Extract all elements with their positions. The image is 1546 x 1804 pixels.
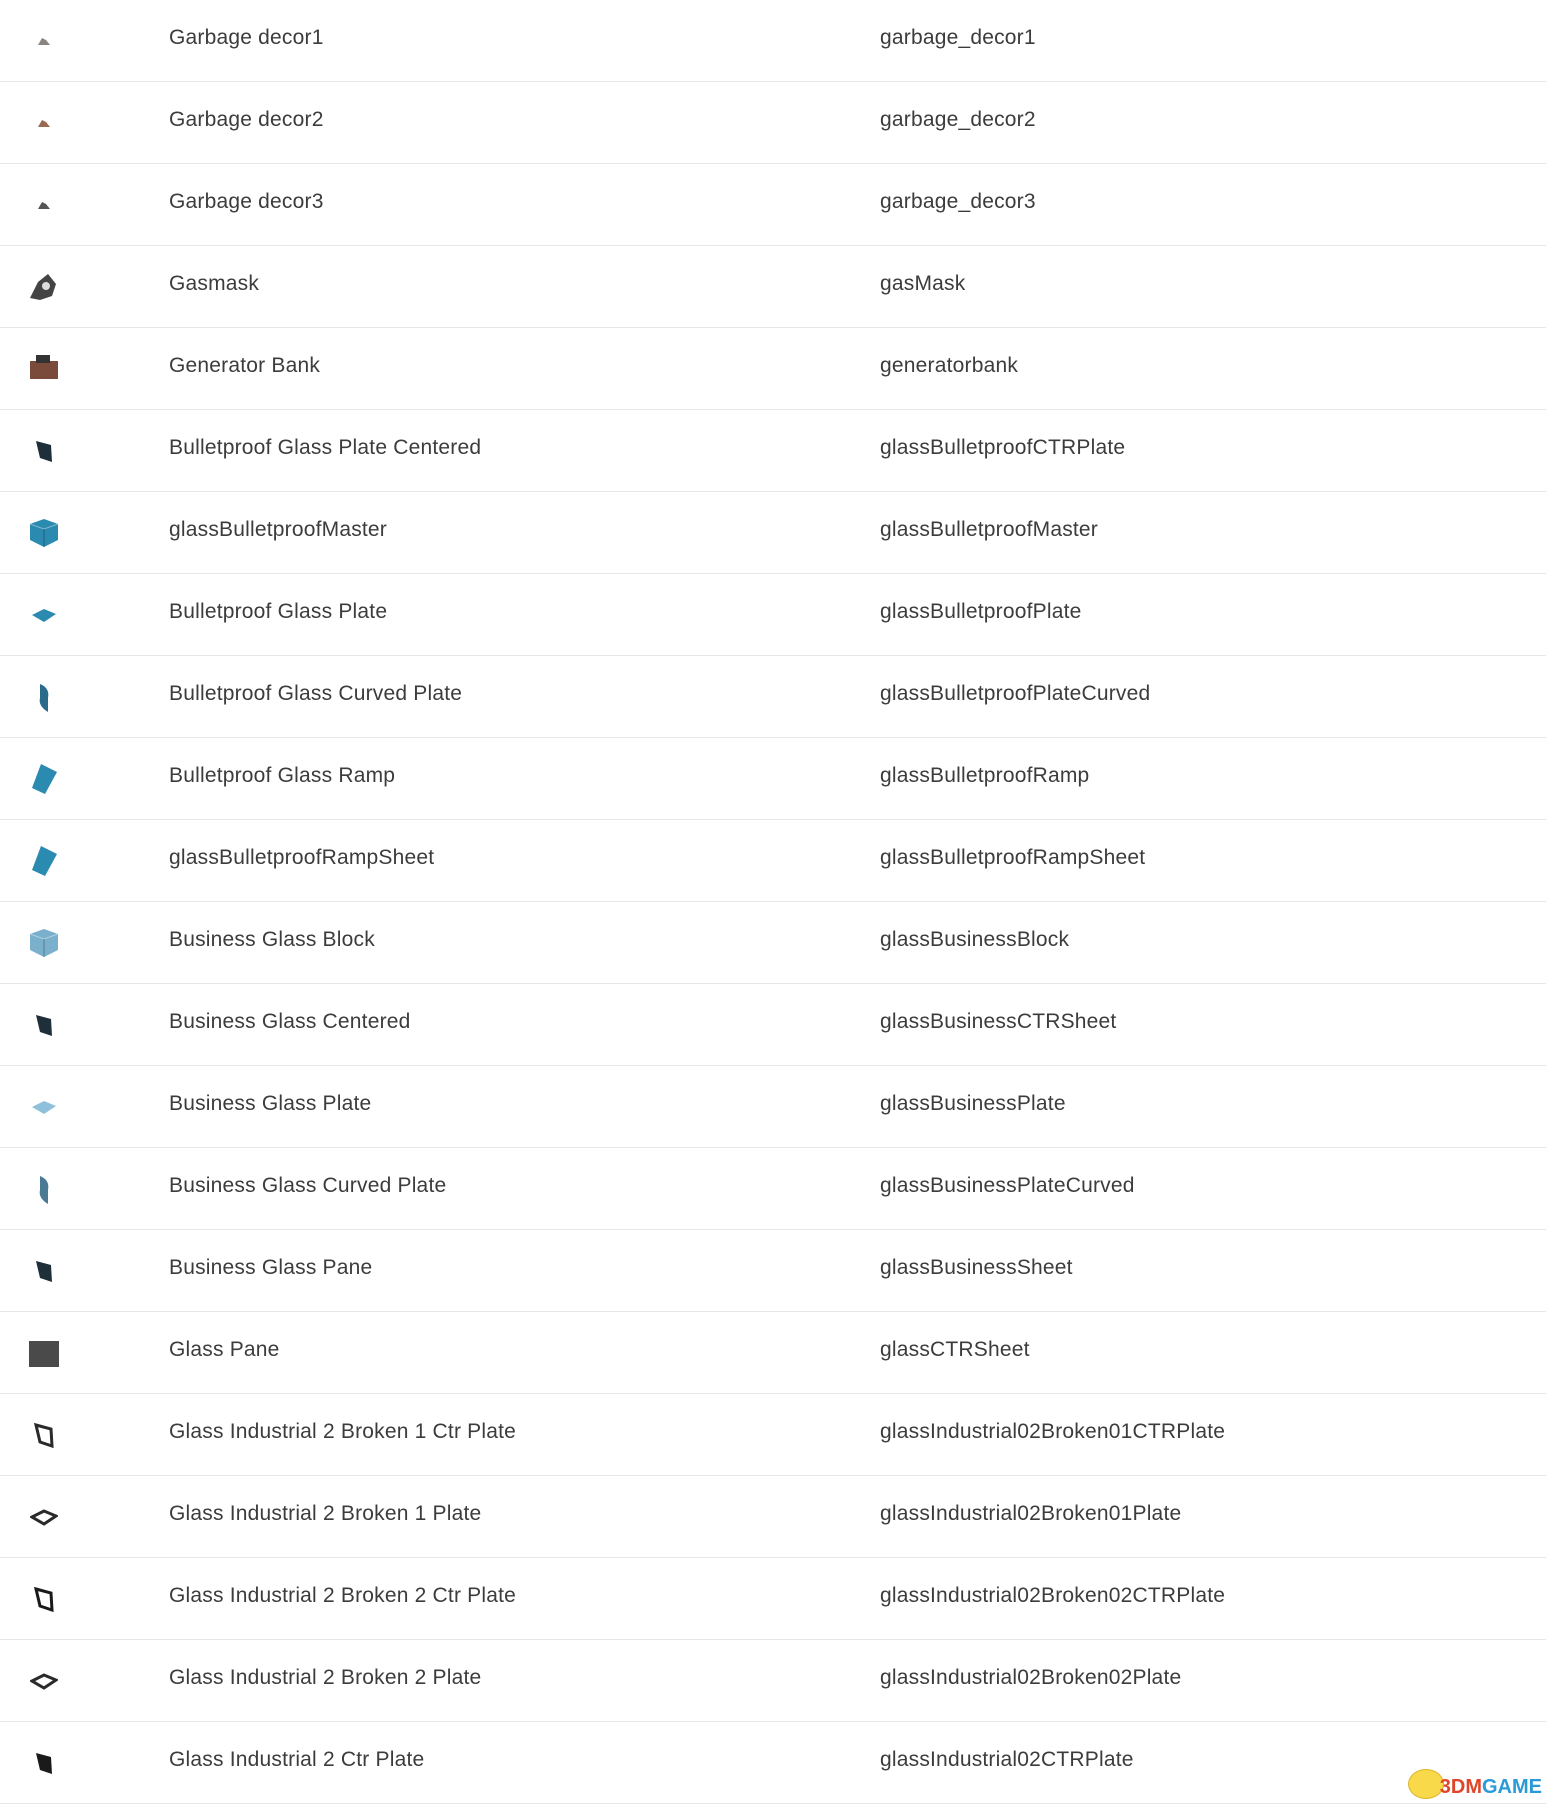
table-row: Business Glass Curved Plate glassBusines… xyxy=(0,1148,1546,1230)
item-name: glassBulletproofMaster xyxy=(169,518,387,541)
generator-icon xyxy=(24,350,64,388)
glass-ramp-icon xyxy=(24,760,64,798)
table-row: Business Glass Plate glassBusinessPlate xyxy=(0,1066,1546,1148)
table-row: Garbage decor2 garbage_decor2 xyxy=(0,82,1546,164)
item-name: Glass Industrial 2 Broken 1 Plate xyxy=(169,1502,482,1525)
table-row: Bulletproof Glass Plate glassBulletproof… xyxy=(0,574,1546,656)
table-row: Glass Industrial 2 Ctr Plate glassIndust… xyxy=(0,1722,1546,1804)
broken-glass-icon xyxy=(24,1580,64,1618)
watermark-logo: 3DMGAME xyxy=(1407,1769,1542,1799)
glass-plate-icon xyxy=(24,1744,64,1782)
item-code: glassBulletproofCTRPlate xyxy=(880,436,1126,459)
glass-block-icon xyxy=(24,514,64,552)
table-row: Glass Industrial 2 Broken 2 Ctr Plate gl… xyxy=(0,1558,1546,1640)
debris-icon xyxy=(24,104,64,142)
item-name: Bulletproof Glass Plate xyxy=(169,600,388,623)
glass-flat-icon xyxy=(24,596,64,634)
glass-plate-icon xyxy=(24,1252,64,1290)
table-row: Garbage decor3 garbage_decor3 xyxy=(0,164,1546,246)
item-code: glassBulletproofRamp xyxy=(880,764,1090,787)
item-code: glassBulletproofPlateCurved xyxy=(880,682,1151,705)
item-code: glassBusinessCTRSheet xyxy=(880,1010,1117,1033)
item-code: gasMask xyxy=(880,272,966,295)
item-name: Bulletproof Glass Ramp xyxy=(169,764,396,787)
table-row: Garbage decor1 garbage_decor1 xyxy=(0,0,1546,82)
item-name: Glass Industrial 2 Ctr Plate xyxy=(169,1748,425,1771)
table-row: Glass Industrial 2 Broken 1 Plate glassI… xyxy=(0,1476,1546,1558)
glass-plate-icon xyxy=(24,432,64,470)
broken-glass-flat-icon xyxy=(24,1498,64,1536)
glass-ramp-icon xyxy=(24,842,64,880)
item-name: Business Glass Centered xyxy=(169,1010,411,1033)
item-name: Glass Industrial 2 Broken 2 Ctr Plate xyxy=(169,1584,517,1607)
item-code: glassBusinessSheet xyxy=(880,1256,1073,1279)
table-row: glassBulletproofRampSheet glassBulletpro… xyxy=(0,820,1546,902)
debris-icon xyxy=(24,22,64,60)
item-name: Glass Industrial 2 Broken 2 Plate xyxy=(169,1666,482,1689)
item-name: Garbage decor1 xyxy=(169,26,324,49)
item-name: Bulletproof Glass Plate Centered xyxy=(169,436,482,459)
item-code: glassIndustrial02Broken02Plate xyxy=(880,1666,1182,1689)
item-name: Glass Industrial 2 Broken 1 Ctr Plate xyxy=(169,1420,517,1443)
table-row: Glass Industrial 2 Broken 2 Plate glassI… xyxy=(0,1640,1546,1722)
glass-block-icon xyxy=(24,924,64,962)
item-name: Bulletproof Glass Curved Plate xyxy=(169,682,463,705)
table-row: Bulletproof Glass Curved Plate glassBull… xyxy=(0,656,1546,738)
item-name: Business Glass Pane xyxy=(169,1256,373,1279)
item-name: Glass Pane xyxy=(169,1338,280,1361)
item-table: Garbage decor1 garbage_decor1 Garbage de… xyxy=(0,0,1546,1804)
item-code: garbage_decor1 xyxy=(880,26,1036,49)
item-code: glassBulletproofRampSheet xyxy=(880,846,1146,869)
table-row: Business Glass Block glassBusinessBlock xyxy=(0,902,1546,984)
table-row: Glass Industrial 2 Broken 1 Ctr Plate gl… xyxy=(0,1394,1546,1476)
table-row: Bulletproof Glass Ramp glassBulletproofR… xyxy=(0,738,1546,820)
item-code: glassIndustrial02CTRPlate xyxy=(880,1748,1134,1771)
item-code: glassBulletproofMaster xyxy=(880,518,1098,541)
item-code: garbage_decor2 xyxy=(880,108,1036,131)
item-code: garbage_decor3 xyxy=(880,190,1036,213)
item-code: generatorbank xyxy=(880,354,1019,377)
table-row: Glass Pane glassCTRSheet xyxy=(0,1312,1546,1394)
debris-icon xyxy=(24,186,64,224)
item-code: glassCTRSheet xyxy=(880,1338,1030,1361)
glass-plate-icon xyxy=(24,1006,64,1044)
table-row: Generator Bank generatorbank xyxy=(0,328,1546,410)
item-name: Business Glass Plate xyxy=(169,1092,372,1115)
item-code: glassIndustrial02Broken01CTRPlate xyxy=(880,1420,1226,1443)
item-code: glassIndustrial02Broken02CTRPlate xyxy=(880,1584,1226,1607)
item-name: Gasmask xyxy=(169,272,260,295)
table-row: glassBulletproofMaster glassBulletproofM… xyxy=(0,492,1546,574)
glass-pane-icon xyxy=(24,1334,64,1372)
table-row: Bulletproof Glass Plate Centered glassBu… xyxy=(0,410,1546,492)
item-code: glassBusinessBlock xyxy=(880,928,1070,951)
item-name: glassBulletproofRampSheet xyxy=(169,846,435,869)
item-name: Garbage decor3 xyxy=(169,190,324,213)
broken-glass-icon xyxy=(24,1416,64,1454)
item-code: glassIndustrial02Broken01Plate xyxy=(880,1502,1182,1525)
mascot-icon xyxy=(1407,1769,1444,1799)
item-name: Business Glass Block xyxy=(169,928,375,951)
glass-curved-icon xyxy=(24,1170,64,1208)
item-code: glassBusinessPlateCurved xyxy=(880,1174,1135,1197)
table-row: Gasmask gasMask xyxy=(0,246,1546,328)
glass-flat-icon xyxy=(24,1088,64,1126)
glass-curved-icon xyxy=(24,678,64,716)
item-name: Generator Bank xyxy=(169,354,321,377)
watermark-text: 3DMGAME xyxy=(1439,1776,1542,1798)
item-name: Garbage decor2 xyxy=(169,108,324,131)
gasmask-icon xyxy=(24,268,64,306)
table-row: Business Glass Pane glassBusinessSheet xyxy=(0,1230,1546,1312)
item-code: glassBusinessPlate xyxy=(880,1092,1066,1115)
broken-glass-flat-icon xyxy=(24,1662,64,1700)
item-name: Business Glass Curved Plate xyxy=(169,1174,447,1197)
item-code: glassBulletproofPlate xyxy=(880,600,1082,623)
table-row: Business Glass Centered glassBusinessCTR… xyxy=(0,984,1546,1066)
